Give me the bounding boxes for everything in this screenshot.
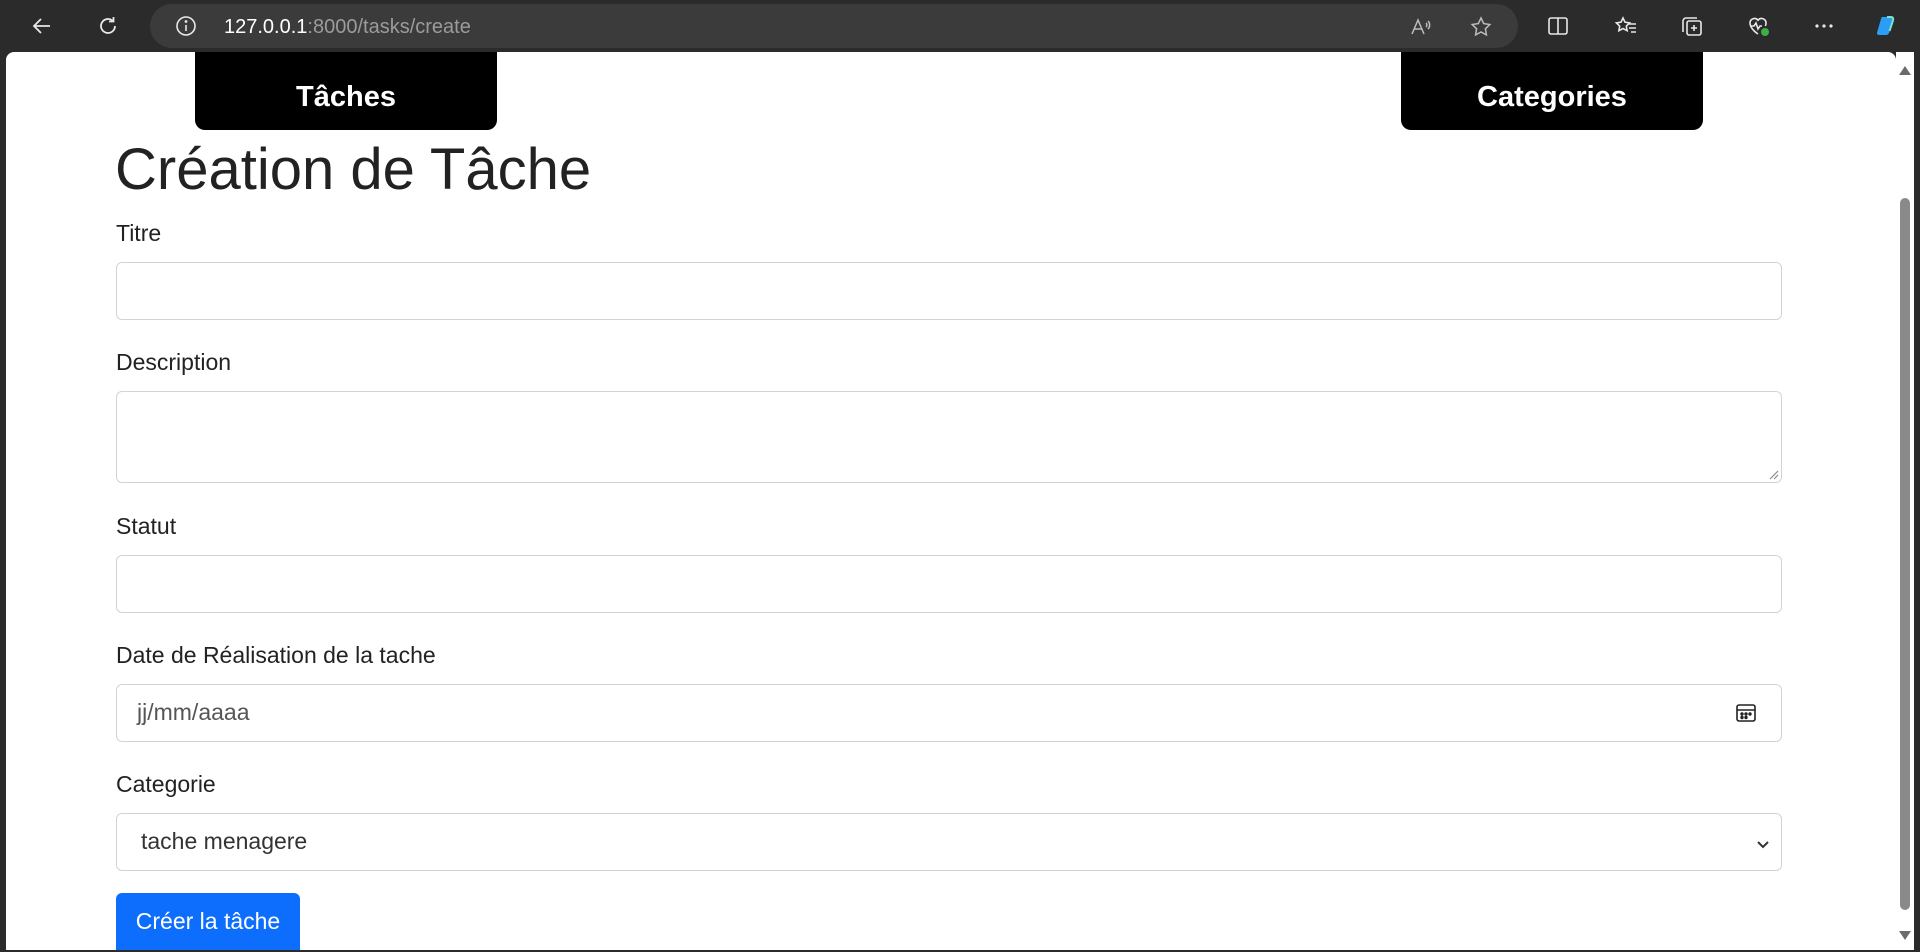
date-placeholder: jj/mm/aaaa [137,699,250,725]
description-textarea[interactable] [116,391,1782,483]
description-label: Description [116,349,232,375]
categorie-selected-value: tache menagere [141,828,308,854]
scroll-thumb[interactable] [1900,198,1910,910]
split-screen-icon[interactable] [1540,8,1576,44]
calendar-icon[interactable] [1735,702,1757,724]
favorite-star-icon[interactable] [1468,14,1494,40]
page-viewport: Tâches Categories Création de Tâche Titr… [6,52,1896,950]
create-task-button[interactable]: Créer la tâche [116,893,300,950]
address-bar[interactable]: 127.0.0.1:8000/tasks/create [150,4,1518,48]
url-path: :8000/tasks/create [307,16,471,38]
date-input[interactable]: jj/mm/aaaa [116,684,1782,742]
nav-taches-button[interactable]: Tâches [195,52,497,130]
scroll-down-arrow-icon[interactable] [1899,931,1911,940]
url-host: 127.0.0.1 [224,16,308,38]
scroll-up-arrow-icon[interactable] [1899,66,1911,75]
site-info-icon[interactable] [174,14,198,38]
copilot-icon[interactable] [1868,8,1904,44]
statut-input[interactable] [116,555,1782,613]
titre-input[interactable] [116,262,1782,320]
titre-label: Titre [116,220,162,246]
collections-icon[interactable] [1674,8,1710,44]
refresh-icon[interactable] [90,8,126,44]
chevron-down-icon [1757,841,1769,849]
page-scrollbar[interactable] [1896,52,1914,950]
resize-grip-icon[interactable] [1767,468,1779,480]
more-options-icon[interactable] [1806,8,1842,44]
page-title: Création de Tâche [115,137,592,202]
back-icon[interactable] [24,8,60,44]
browser-essentials-icon[interactable] [1740,8,1776,44]
browser-toolbar: 127.0.0.1:8000/tasks/create [0,0,1920,52]
url-text[interactable]: 127.0.0.1:8000/tasks/create [224,16,471,39]
statut-label: Statut [116,513,177,539]
read-aloud-icon[interactable] [1408,14,1434,40]
categorie-label: Categorie [116,771,216,797]
favorites-icon[interactable] [1608,8,1644,44]
categorie-select[interactable]: tache menagere [116,813,1782,871]
date-label: Date de Réalisation de la tache [116,642,436,668]
nav-categories-button[interactable]: Categories [1401,52,1703,130]
